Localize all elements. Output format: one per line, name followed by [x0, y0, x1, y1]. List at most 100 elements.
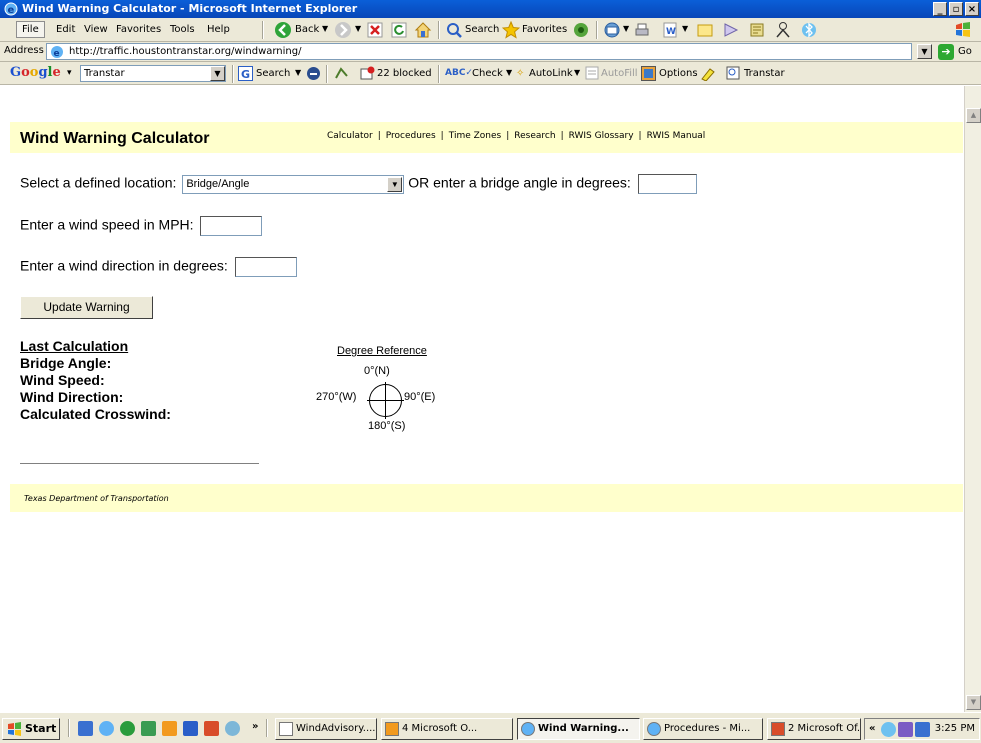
close-button[interactable]: ×	[965, 2, 979, 16]
options-button[interactable]: Options	[659, 68, 698, 79]
tray-network-icon[interactable]	[915, 722, 930, 737]
menu-file[interactable]: File	[16, 21, 45, 38]
autolink-button[interactable]: AutoLink	[529, 68, 573, 79]
wind-speed-input[interactable]	[200, 216, 263, 236]
google-search-input[interactable]: Transtar	[80, 65, 226, 82]
back-icon[interactable]	[274, 21, 292, 39]
favorites-star-icon[interactable]	[502, 21, 520, 39]
start-button[interactable]: Start	[2, 718, 60, 740]
menu-tools[interactable]: Tools	[170, 24, 195, 35]
menu-help[interactable]: Help	[207, 24, 230, 35]
maximize-button[interactable]: ▫	[949, 2, 963, 16]
nav-link-rwis-glossary[interactable]: RWIS Glossary	[569, 131, 634, 141]
menu-view[interactable]: View	[84, 24, 108, 35]
google-search-icon[interactable]: G	[238, 66, 253, 81]
media-icon[interactable]	[572, 21, 590, 39]
north-label: 0°(N)	[364, 365, 390, 377]
google-site-search-icon[interactable]	[306, 66, 321, 81]
highlighter-icon[interactable]	[700, 66, 716, 81]
scroll-up-icon[interactable]: ▲	[966, 108, 981, 123]
tray-people-icon[interactable]	[881, 722, 896, 737]
messenger-icon[interactable]	[748, 21, 766, 39]
update-warning-button[interactable]: Update Warning	[20, 296, 153, 319]
check-dropdown-icon[interactable]: ▼	[506, 68, 512, 77]
quicklaunch-app-icon[interactable]	[78, 721, 93, 736]
popups-blocked-count[interactable]: 22 blocked	[377, 68, 432, 79]
autofill-icon[interactable]	[585, 66, 599, 80]
tray-expand-button[interactable]: «	[869, 723, 875, 734]
search-label[interactable]: Search	[465, 24, 499, 35]
vertical-scrollbar[interactable]: ▲ ▼	[964, 86, 981, 712]
quicklaunch-word-icon[interactable]	[183, 721, 198, 736]
wind-direction-input[interactable]	[234, 257, 297, 277]
chevron-down-icon[interactable]: ▼	[387, 176, 403, 192]
task-microsoft-office[interactable]: 2 Microsoft Of...	[767, 718, 861, 740]
people-icon[interactable]	[774, 21, 792, 39]
forward-dropdown-icon[interactable]: ▼	[355, 24, 361, 33]
pagerank-icon[interactable]	[334, 66, 349, 81]
word-find-transtar[interactable]: Transtar	[744, 68, 785, 79]
google-search-button[interactable]: Search	[256, 68, 290, 79]
autolink-dropdown-icon[interactable]: ▼	[574, 68, 580, 77]
autofill-button[interactable]: AutoFill	[601, 68, 638, 79]
tray-language-icon[interactable]	[898, 722, 913, 737]
options-icon[interactable]	[641, 66, 656, 81]
stop-icon[interactable]	[366, 21, 384, 39]
address-input[interactable]: e http://traffic.houstontranstar.org/win…	[46, 43, 912, 60]
print-icon[interactable]	[633, 21, 651, 39]
toolbar-separator	[438, 65, 440, 83]
refresh-icon[interactable]	[390, 21, 408, 39]
quicklaunch-media-icon[interactable]	[120, 721, 135, 736]
task-microsoft-outlook[interactable]: 4 Microsoft O...	[381, 718, 513, 740]
spellcheck-button[interactable]: Check	[472, 68, 503, 79]
quicklaunch-ie-icon[interactable]	[99, 721, 114, 736]
mail-icon[interactable]	[603, 21, 621, 39]
task-wind-warning[interactable]: Wind Warning...	[517, 718, 640, 740]
google-logo[interactable]: Google	[10, 65, 61, 80]
scroll-down-icon[interactable]: ▼	[966, 695, 981, 710]
nav-link-research[interactable]: Research	[514, 131, 555, 141]
favorites-label[interactable]: Favorites	[522, 24, 567, 35]
edit-dropdown-icon[interactable]: ▼	[682, 24, 688, 33]
autolink-icon[interactable]: ✧	[516, 68, 524, 79]
page-content: Wind Warning Calculator Calculator | Proce…	[0, 86, 963, 712]
google-search-dropdown-icon[interactable]: ▼	[210, 66, 225, 81]
spellcheck-icon[interactable]: ABC✓	[445, 68, 473, 78]
quicklaunch-outlook-icon[interactable]	[162, 721, 177, 736]
bluetooth-icon[interactable]	[800, 21, 818, 39]
quicklaunch-excel-icon[interactable]	[141, 721, 156, 736]
task-procedures[interactable]: Procedures - Mi...	[643, 718, 763, 740]
edit-word-icon[interactable]: W	[661, 21, 679, 39]
bridge-angle-input[interactable]	[637, 174, 697, 194]
task-windadvisory[interactable]: WindAdvisory....	[275, 718, 377, 740]
quicklaunch-messenger-icon[interactable]	[225, 721, 240, 736]
research-icon[interactable]	[722, 21, 740, 39]
mail-dropdown-icon[interactable]: ▼	[623, 24, 629, 33]
go-arrow-icon[interactable]: ➔	[938, 44, 954, 60]
back-label[interactable]: Back	[295, 24, 319, 35]
home-icon[interactable]	[414, 21, 432, 39]
google-menu-dropdown-icon[interactable]: ▾	[67, 68, 72, 78]
quicklaunch-more-button[interactable]: »	[252, 721, 258, 732]
nav-link-rwis-manual[interactable]: RWIS Manual	[647, 131, 706, 141]
word-find-icon[interactable]	[726, 66, 740, 80]
nav-link-calculator[interactable]: Calculator	[327, 131, 373, 141]
address-dropdown-icon[interactable]: ▼	[917, 44, 932, 59]
minimize-button[interactable]: _	[933, 2, 947, 16]
google-search-dropdown-icon[interactable]: ▼	[295, 68, 301, 77]
forward-icon[interactable]	[334, 21, 352, 39]
popup-blocker-icon[interactable]	[360, 66, 375, 81]
clock[interactable]: 3:25 PM	[935, 723, 975, 734]
go-button[interactable]: Go	[958, 46, 972, 57]
search-icon[interactable]	[445, 21, 463, 39]
nav-link-time-zones[interactable]: Time Zones	[449, 131, 502, 141]
quicklaunch-powerpoint-icon[interactable]	[204, 721, 219, 736]
menu-favorites[interactable]: Favorites	[116, 24, 161, 35]
back-dropdown-icon[interactable]: ▼	[322, 24, 328, 33]
menu-edit[interactable]: Edit	[56, 24, 75, 35]
powerpoint-icon	[771, 722, 785, 736]
nav-link-procedures[interactable]: Procedures	[386, 131, 436, 141]
location-select[interactable]: Bridge/Angle ▼	[182, 174, 405, 194]
ie-icon	[521, 722, 535, 736]
discuss-icon[interactable]	[696, 21, 714, 39]
